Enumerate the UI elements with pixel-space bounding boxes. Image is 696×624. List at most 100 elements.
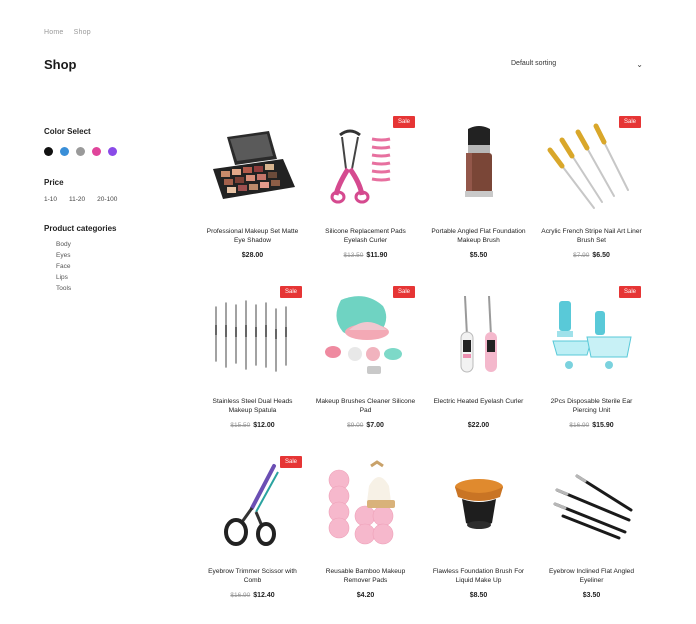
product-price: $5.50 — [426, 252, 531, 259]
product-price: $9.00 $7.00 — [313, 422, 418, 429]
old-price: $16.90 — [230, 592, 251, 599]
price-ranges: 1-10 11-20 20-100 — [44, 196, 164, 203]
remover-pads-icon — [321, 459, 411, 550]
color-filter-heading: Color Select — [44, 127, 91, 136]
current-price: $5.50 — [469, 252, 488, 259]
product-price: $8.50 — [426, 592, 531, 599]
foundation-brush-icon — [454, 125, 504, 205]
product-name[interactable]: Eyebrow Trimmer Scissor with Comb — [200, 567, 305, 585]
category-face[interactable]: Face — [56, 261, 164, 272]
color-swatch-pink[interactable] — [92, 147, 101, 156]
product-price: $16.90 $15.90 — [539, 422, 644, 429]
breadcrumb-current: Shop — [73, 29, 91, 36]
product-price: $22.00 — [426, 422, 531, 429]
kabuki-brush-icon — [444, 475, 514, 535]
product-image[interactable] — [426, 112, 531, 217]
product-image[interactable] — [426, 282, 531, 387]
current-price: $4.20 — [356, 592, 375, 599]
color-swatch-black[interactable] — [44, 147, 53, 156]
product-name[interactable]: Electric Heated Eyelash Curler — [426, 397, 531, 415]
current-price: $6.50 — [592, 252, 610, 259]
current-price: $11.90 — [366, 252, 388, 259]
category-body[interactable]: Body — [56, 239, 164, 250]
scissor-icon — [218, 462, 288, 548]
category-list: Body Eyes Face Lips Tools — [56, 239, 164, 294]
product-card[interactable]: Sale Stainless Steel Dual Heads Makeup S… — [200, 282, 305, 452]
current-price: $7.00 — [366, 422, 384, 429]
product-image[interactable] — [200, 112, 305, 217]
brush-cleaner-pad-icon — [321, 292, 411, 378]
product-image[interactable] — [426, 452, 531, 557]
color-swatch-purple[interactable] — [108, 147, 117, 156]
current-price: $22.00 — [467, 422, 490, 429]
product-card[interactable]: Sale Silicone Replacement Pads Eyelash C… — [313, 112, 418, 282]
current-price: $12.40 — [253, 592, 275, 599]
product-card[interactable]: Reusable Bamboo Makeup Remover Pads $4.2… — [313, 452, 418, 622]
steel-spatula-icon — [208, 295, 298, 375]
sale-badge: Sale — [392, 286, 415, 298]
product-name[interactable]: Reusable Bamboo Makeup Remover Pads — [313, 567, 418, 585]
product-image[interactable]: Sale — [539, 112, 644, 217]
product-card[interactable]: Sale 2Pcs Disposable Sterile Ear Piercin… — [539, 282, 644, 452]
product-name[interactable]: Makeup Brushes Cleaner Silicone Pad — [313, 397, 418, 415]
sale-badge: Sale — [279, 456, 302, 468]
product-name[interactable]: Eyebrow Inclined Flat Angled Eyeliner — [539, 567, 644, 585]
product-price: $16.90 $12.40 — [200, 592, 305, 599]
product-card[interactable]: Sale Makeup Brushes Cleaner Silicone Pad… — [313, 282, 418, 452]
product-image[interactable]: Sale — [539, 282, 644, 387]
price-range-1-10[interactable]: 1-10 — [44, 196, 57, 203]
product-card[interactable]: Electric Heated Eyelash Curler $22.00 — [426, 282, 531, 452]
color-swatch-gray[interactable] — [76, 147, 85, 156]
current-price: $28.00 — [241, 252, 264, 259]
price-range-20-100[interactable]: 20-100 — [97, 196, 117, 203]
categories-heading: Product categories — [44, 224, 117, 233]
category-eyes[interactable]: Eyes — [56, 250, 164, 261]
product-card[interactable]: Sale Eyebrow Trimmer Scissor with Comb $… — [200, 452, 305, 622]
current-price: $12.00 — [253, 422, 275, 429]
product-name[interactable]: Flawless Foundation Brush For Liquid Mak… — [426, 567, 531, 585]
eyeshadow-palette-icon — [207, 129, 299, 201]
sorting-dropdown[interactable]: Default sorting ⌄ — [511, 60, 643, 69]
product-card[interactable]: Professional Makeup Set Matte Eye Shadow… — [200, 112, 305, 282]
product-price: $7.90 $6.50 — [539, 252, 644, 259]
product-card[interactable]: Sale Acrylic French Stripe Nail Art Line… — [539, 112, 644, 282]
eyelash-curler-icon — [326, 125, 406, 205]
chevron-down-icon: ⌄ — [636, 60, 643, 69]
current-price: $3.50 — [582, 592, 601, 599]
product-price: $15.50 $12.00 — [200, 422, 305, 429]
sale-badge: Sale — [279, 286, 302, 298]
product-image[interactable]: Sale — [200, 282, 305, 387]
category-lips[interactable]: Lips — [56, 272, 164, 283]
old-price: $16.90 — [569, 422, 590, 429]
product-image[interactable]: Sale — [313, 282, 418, 387]
price-range-11-20[interactable]: 11-20 — [69, 196, 85, 203]
product-name[interactable]: Silicone Replacement Pads Eyelash Curler — [313, 227, 418, 245]
product-card[interactable]: Portable Angled Flat Foundation Makeup B… — [426, 112, 531, 282]
old-price: $9.00 — [347, 422, 364, 429]
breadcrumb: Home Shop — [44, 29, 99, 36]
price-filter-heading: Price — [44, 178, 64, 187]
color-swatches — [44, 147, 164, 156]
product-image[interactable]: Sale — [200, 452, 305, 557]
page-title: Shop — [44, 57, 77, 72]
old-price: $13.50 — [343, 252, 364, 259]
sale-badge: Sale — [618, 116, 641, 128]
product-name[interactable]: Stainless Steel Dual Heads Makeup Spatul… — [200, 397, 305, 415]
category-tools[interactable]: Tools — [56, 283, 164, 294]
product-card[interactable]: Eyebrow Inclined Flat Angled Eyeliner $3… — [539, 452, 644, 622]
product-price: $13.50 $11.90 — [313, 252, 418, 259]
product-image[interactable]: Sale — [313, 112, 418, 217]
color-swatch-blue[interactable] — [60, 147, 69, 156]
product-price: $4.20 — [313, 592, 418, 599]
product-name[interactable]: Acrylic French Stripe Nail Art Liner Bru… — [539, 227, 644, 245]
sidebar: Color Select Price 1-10 11-20 20-100 Pro… — [44, 127, 164, 294]
product-name[interactable]: Portable Angled Flat Foundation Makeup B… — [426, 227, 531, 245]
product-card[interactable]: Flawless Foundation Brush For Liquid Mak… — [426, 452, 531, 622]
product-image[interactable] — [313, 452, 418, 557]
product-image[interactable] — [539, 452, 644, 557]
product-name[interactable]: 2Pcs Disposable Sterile Ear Piercing Uni… — [539, 397, 644, 415]
product-name[interactable]: Professional Makeup Set Matte Eye Shadow — [200, 227, 305, 245]
breadcrumb-home[interactable]: Home — [44, 29, 63, 36]
eyeliner-brushes-icon — [547, 470, 637, 540]
old-price: $15.50 — [230, 422, 251, 429]
